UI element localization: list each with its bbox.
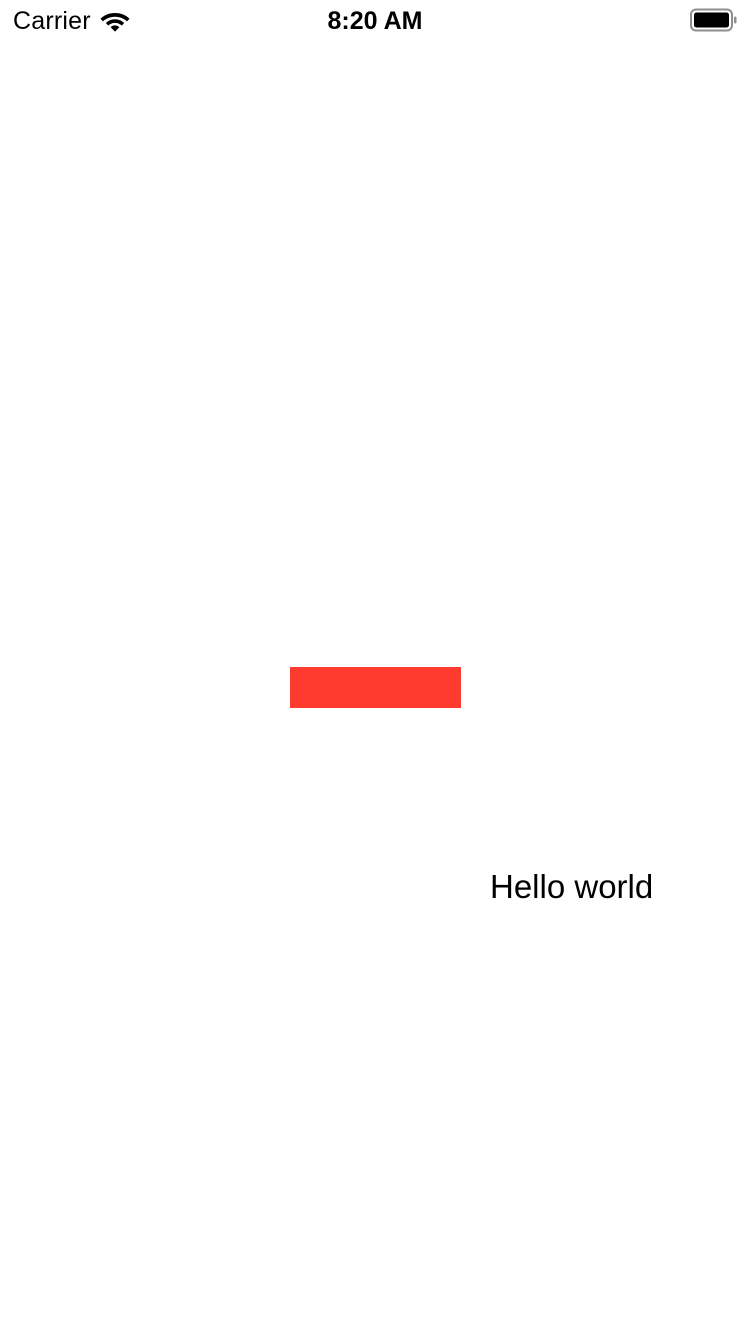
battery-icon bbox=[690, 8, 737, 32]
app-screen: Carrier 8:20 AM Hello world bbox=[0, 0, 750, 1334]
status-time: 8:20 AM bbox=[327, 7, 423, 35]
hello-world-label: Hello world bbox=[490, 868, 654, 905]
status-bar: Carrier 8:20 AM bbox=[0, 0, 750, 40]
red-box bbox=[290, 667, 461, 708]
